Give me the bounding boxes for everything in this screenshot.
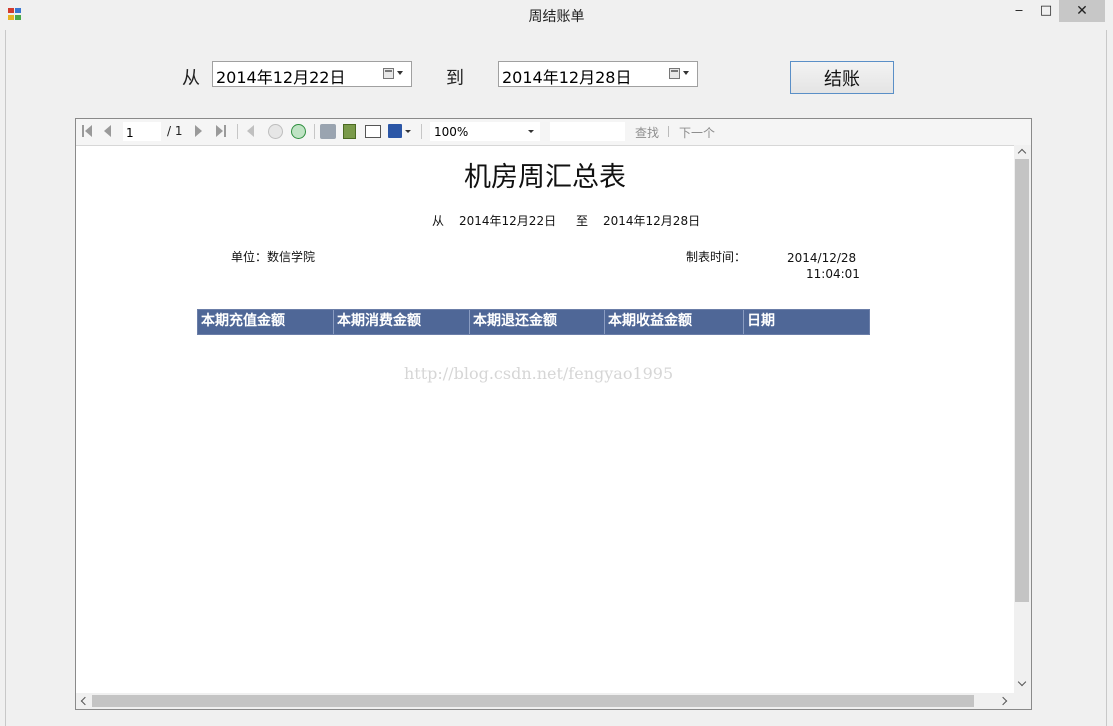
report-toolbar: / 1 100% 查找 下一个 [76,119,1031,146]
window-title: 周结账单 [528,9,585,25]
column-header-income: 本期收益金额 [605,310,744,334]
toolbar-separator [314,124,315,139]
to-date-picker[interactable]: 2014年12月28日 [498,61,698,87]
scrollbar-corner [1014,693,1031,709]
unit-label: 单位：数信学院 [231,250,316,264]
created-time: 11:04:01 [806,267,860,281]
find-next-link[interactable]: 下一个 [679,124,715,141]
from-label: 从 [182,68,200,89]
window-frame-left [5,30,6,726]
range-to-date: 2014年12月28日 [603,214,701,228]
scroll-left-icon[interactable] [80,696,90,706]
next-page-icon[interactable] [195,125,202,137]
calendar-icon [669,68,680,79]
calendar-dropdown-icon[interactable] [383,67,405,81]
page-total: / 1 [167,124,183,138]
report-viewer: / 1 100% 查找 下一个 机房周汇总表 从 2014年12月22日 至 2… [75,118,1032,710]
find-link[interactable]: 查找 [635,124,659,141]
toolbar-divider [668,126,669,137]
scroll-down-icon[interactable] [1017,677,1027,687]
chevron-down-icon[interactable] [528,130,534,133]
zoom-select[interactable]: 100% [430,122,540,141]
horizontal-scrollbar[interactable] [76,693,1014,709]
back-icon[interactable] [247,125,254,137]
previous-page-icon[interactable] [104,125,111,137]
last-page-icon[interactable] [224,125,226,137]
checkout-button[interactable]: 结账 [790,61,894,94]
range-from-label: 从 [432,214,445,228]
chevron-down-icon [683,71,689,75]
created-time-label: 制表时间： [686,250,747,264]
range-to-label: 至 [576,214,589,228]
last-page-arrow-icon[interactable] [216,125,223,137]
toolbar-separator [421,124,422,139]
watermark: http://blog.csdn.net/fengyao1995 [404,364,674,383]
page-setup-icon[interactable] [365,125,381,138]
chevron-down-icon[interactable] [405,130,411,133]
calendar-dropdown-icon[interactable] [669,67,691,81]
chevron-down-icon [397,71,403,75]
table-header: 本期充值金额 本期消费金额 本期退还金额 本期收益金额 日期 [197,309,870,335]
first-page-arrow-icon[interactable] [85,125,92,137]
scroll-right-icon[interactable] [998,696,1008,706]
close-button[interactable]: ✕ [1059,0,1105,22]
print-layout-icon[interactable] [343,124,356,139]
stop-icon[interactable] [268,124,283,139]
zoom-value: 100% [434,125,469,139]
export-icon[interactable] [388,124,402,138]
first-page-icon[interactable] [82,125,84,137]
print-icon[interactable] [320,124,336,139]
report-title: 机房周汇总表 [464,162,626,193]
range-from-date: 2014年12月22日 [459,214,557,228]
column-header-refund: 本期退还金额 [470,310,605,334]
from-date-value: 2014年12月22日 [216,68,346,87]
report-page: 机房周汇总表 从 2014年12月22日 至 2014年12月28日 单位：数信… [76,146,1014,693]
column-header-consumption: 本期消费金额 [334,310,470,334]
horizontal-scroll-thumb[interactable] [92,695,974,707]
column-header-date: 日期 [747,313,775,329]
toolbar-separator [237,124,238,139]
minimize-button[interactable]: ‒ [1005,0,1033,22]
refresh-icon[interactable] [291,124,306,139]
window-frame-right [1106,30,1107,726]
vertical-scrollbar[interactable] [1014,145,1031,693]
find-input[interactable] [550,122,625,141]
from-date-picker[interactable]: 2014年12月22日 [212,61,412,87]
scroll-up-icon[interactable] [1017,148,1027,158]
page-number-input[interactable] [123,122,161,141]
created-date: 2014/12/28 [787,251,857,265]
maximize-button[interactable]: □ [1032,0,1060,22]
vertical-scroll-thumb[interactable] [1015,159,1029,602]
to-label: 到 [446,68,464,89]
calendar-icon [383,68,394,79]
to-date-value: 2014年12月28日 [502,68,632,87]
title-bar: 周结账单 ‒ □ ✕ [0,0,1113,30]
column-header-recharge: 本期充值金额 [198,310,334,334]
